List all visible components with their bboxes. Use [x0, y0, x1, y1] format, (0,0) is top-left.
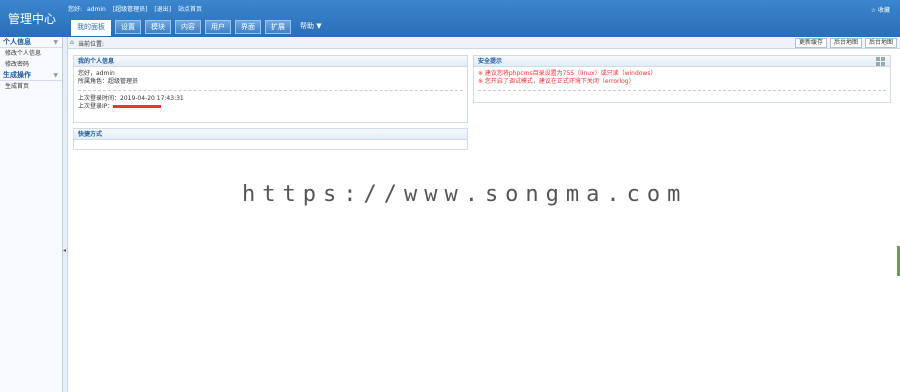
tab-my-panel[interactable]: 我的面板	[71, 20, 111, 36]
tab-modules[interactable]: 模块	[145, 20, 171, 34]
username: admin	[87, 6, 106, 13]
tab-help[interactable]: 帮助 ▼	[295, 20, 327, 34]
tab-content[interactable]: 内容	[175, 20, 201, 34]
security-tip: ※ 建议您将phpcms目录设置为755（linux）或只读（windows）	[478, 70, 657, 77]
breadcrumb-label: 当前位置:	[78, 41, 105, 48]
divider	[78, 90, 463, 91]
user-info-bar: 您好: admin [超级管理员] [退出] 站点首页	[68, 4, 207, 13]
tab-settings[interactable]: 设置	[115, 20, 141, 34]
favorite-link[interactable]: ☆ 收藏	[871, 5, 890, 14]
site-home-link[interactable]: 站点首页	[178, 6, 202, 13]
home-icon: ⌂	[70, 39, 74, 46]
panel-title-label: 安全提示	[478, 58, 503, 65]
watermark: https://www.songma.com	[242, 182, 688, 207]
panel-title: 快捷方式	[74, 129, 467, 140]
tab-interface[interactable]: 界面	[235, 20, 261, 34]
sidebar-section-personal[interactable]: 个人信息 ▼	[0, 37, 62, 48]
update-cache-button[interactable]: 更新缓存	[794, 38, 827, 48]
sidebar-section-label: 个人信息	[3, 38, 31, 46]
greeting-text: 您好，admin	[78, 70, 115, 77]
sidebar-section-label: 生成操作	[3, 71, 31, 79]
grid-icon[interactable]	[876, 57, 886, 66]
top-header: 管理中心 您好: admin [超级管理员] [退出] 站点首页 ☆ 收藏 我的面…	[0, 0, 900, 37]
chevron-down-icon: ▼	[316, 22, 322, 30]
admin-map-button-2[interactable]: 后台地图	[864, 38, 897, 48]
sidebar-item-generate-home[interactable]: 生成首页	[0, 81, 62, 92]
collapse-arrow-icon[interactable]: ◂	[63, 247, 66, 254]
tab-users[interactable]: 用户	[205, 20, 231, 34]
main-nav: 我的面板 设置 模块 内容 用户 界面 扩展 帮助 ▼	[71, 20, 327, 36]
logout-link[interactable]: [退出]	[154, 6, 171, 13]
last-login-ip: 上次登录IP：	[78, 103, 463, 111]
user-prefix: 您好:	[68, 6, 83, 13]
tab-extensions[interactable]: 扩展	[265, 20, 291, 34]
shortcut-panel: 快捷方式	[73, 128, 468, 150]
role-link[interactable]: [超级管理员]	[113, 6, 148, 13]
chevron-down-icon: ▼	[53, 72, 58, 79]
app-title: 管理中心	[8, 12, 57, 26]
panel-title: 安全提示	[474, 56, 890, 67]
admin-map-button[interactable]: 后台地图	[829, 38, 862, 48]
breadcrumb-buttons: 更新缓存 后台地图 后台地图	[794, 38, 897, 48]
security-tip: ※ 您开启了调试模式，建议在正式环境下关闭（errorlog）	[478, 78, 635, 85]
favorite-label: 收藏	[877, 7, 890, 14]
personal-info-panel: 我的个人信息 您好，admin 所属角色：超级管理员 上次登录时间：2019-0…	[73, 55, 468, 123]
redacted-ip	[113, 105, 162, 108]
role-text: 所属角色：超级管理员	[78, 78, 139, 85]
security-panel: 安全提示 ※ 建议您将phpcms目录设置为755（linux）或只读（wind…	[473, 55, 891, 103]
panel-title: 我的个人信息	[74, 56, 467, 67]
divider	[478, 90, 886, 91]
sidebar-item-edit-profile[interactable]: 修改个人信息	[0, 48, 62, 59]
tab-help-label: 帮助	[300, 22, 314, 30]
sidebar-splitter[interactable]: ◂	[63, 37, 68, 392]
sidebar-item-change-password[interactable]: 修改密码	[0, 59, 62, 70]
last-login-ip-label: 上次登录IP：	[78, 103, 114, 110]
sidebar-section-generate[interactable]: 生成操作 ▼	[0, 70, 62, 81]
sidebar: 个人信息 ▼ 修改个人信息 修改密码 生成操作 ▼ 生成首页	[0, 37, 63, 392]
last-login-time: 上次登录时间：2019-04-20 17:43:31	[78, 95, 184, 102]
chevron-down-icon: ▼	[53, 39, 58, 46]
breadcrumb: ⌂ 当前位置: 更新缓存 后台地图 后台地图	[68, 37, 900, 49]
